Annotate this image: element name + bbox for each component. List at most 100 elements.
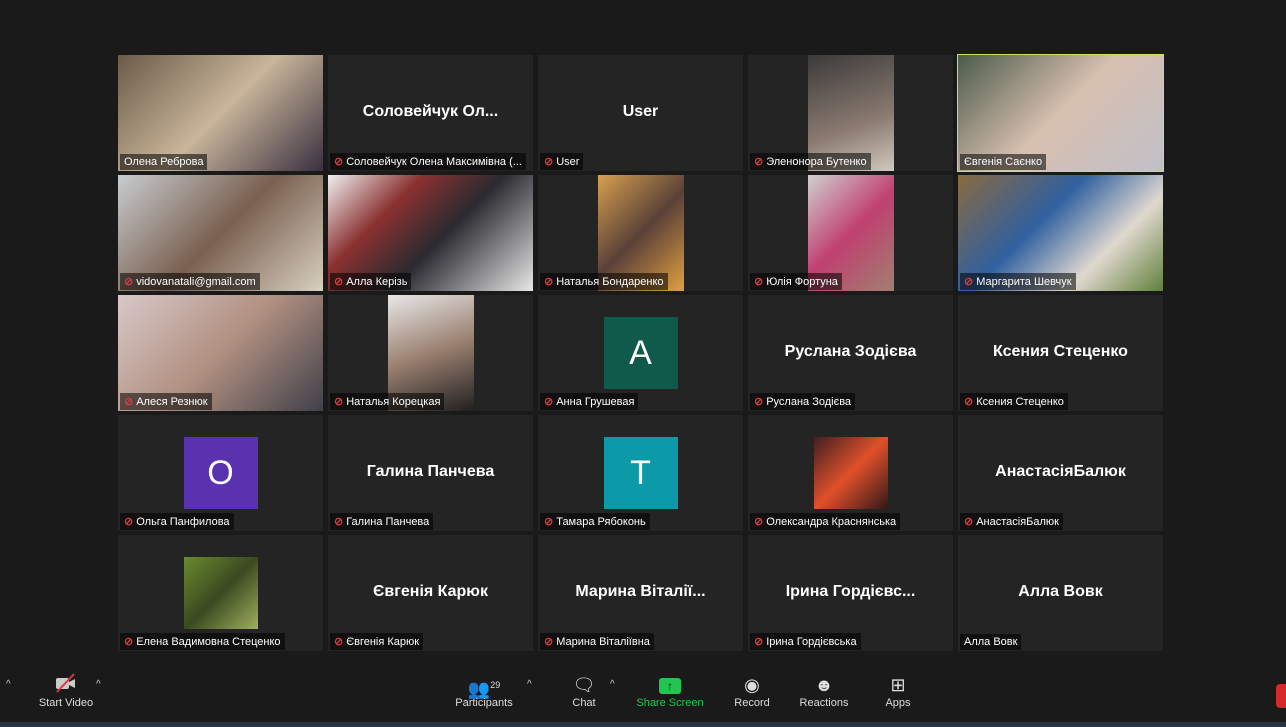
participant-name-label: ⊘ Маргарита Шевчук	[960, 273, 1076, 290]
end-meeting-button[interactable]	[1276, 684, 1286, 708]
participant-tile[interactable]: A ⊘ Анна Грушевая	[538, 295, 743, 411]
participant-name: Эленонора Бутенко	[766, 155, 867, 168]
muted-mic-icon: ⊘	[544, 396, 554, 408]
participants-label: Participants	[455, 697, 513, 709]
muted-mic-icon: ⊘	[754, 516, 764, 528]
apps-button[interactable]: ⊞ Apps	[882, 673, 914, 709]
participant-tile[interactable]: Галина Панчева ⊘ Галина Панчева	[328, 415, 533, 531]
record-button[interactable]: ◉ Record	[730, 673, 774, 709]
share-screen-button[interactable]: ↑ Share Screen	[634, 673, 706, 709]
participant-tile[interactable]: Олена Реброва	[118, 55, 323, 171]
chat-button[interactable]: 🗨 Chat	[564, 673, 604, 709]
video-off-icon	[34, 673, 98, 697]
participant-name-label: ⊘ Алеся Резнюк	[120, 393, 212, 410]
gallery-grid: Олена Реброва Соловейчук Ол... ⊘ Соловейчук…	[118, 54, 1164, 651]
participant-name-label: ⊘ Євгенія Карюк	[330, 633, 424, 650]
participant-tile[interactable]: Алла Вовк Алла Вовк	[958, 535, 1163, 651]
participant-avatar: A	[603, 317, 678, 389]
participant-tile[interactable]: Марина Віталії... ⊘ Марина Віталіївна	[538, 535, 743, 651]
participant-display-name: Марина Віталії...	[575, 583, 706, 600]
participant-name-label: ⊘ Анна Грушевая	[540, 393, 639, 410]
participant-name: Олександра Краснянська	[766, 515, 897, 528]
muted-mic-icon: ⊘	[334, 396, 344, 408]
start-video-button[interactable]: Start Video	[34, 673, 98, 709]
participant-name-label: Євгенія Саєнко	[960, 154, 1047, 170]
participant-name: Олена Реброва	[124, 156, 204, 168]
participant-display-name: Ксения Стеценко	[993, 343, 1128, 360]
participant-name-label: Олена Реброва	[120, 154, 208, 170]
participant-name-label: ⊘ Юлія Фортуна	[750, 273, 842, 290]
participant-name-label: ⊘ Соловейчук Олена Максимівна (...	[330, 153, 526, 170]
participant-tile[interactable]: ⊘ Олександра Краснянська	[748, 415, 953, 531]
participant-name: Марина Віталіївна	[556, 635, 650, 648]
taskbar-edge	[0, 722, 1286, 727]
participant-tile[interactable]: ⊘ Юлія Фортуна	[748, 175, 953, 291]
participant-name-label: ⊘ Марина Віталіївна	[540, 633, 654, 650]
participant-tile[interactable]: ⊘ Наталья Корецкая	[328, 295, 533, 411]
participant-name-label: ⊘ Тамара Рябоконь	[540, 513, 650, 530]
participant-name: Наталья Бондаренко	[556, 275, 664, 288]
record-icon: ◉	[744, 675, 760, 695]
participant-name: Елена Вадимовна Стеценко	[136, 635, 281, 648]
participants-caret[interactable]: ^	[527, 679, 532, 690]
muted-mic-icon: ⊘	[334, 516, 344, 528]
chat-caret[interactable]: ^	[610, 679, 615, 690]
participant-tile[interactable]: Ксения Стеценко ⊘ Ксения Стеценко	[958, 295, 1163, 411]
participant-tile[interactable]: Соловейчук Ол... ⊘ Соловейчук Олена Максим…	[328, 55, 533, 171]
participants-button[interactable]: 👥29 Participants	[452, 673, 516, 709]
participant-tile[interactable]: Євгенія Карюк ⊘ Євгенія Карюк	[328, 535, 533, 651]
muted-mic-icon: ⊘	[964, 396, 974, 408]
participant-video	[813, 437, 888, 509]
participant-name: Соловейчук Олена Максимівна (...	[346, 155, 522, 168]
participant-name-label: ⊘ Ольга Панфилова	[120, 513, 234, 530]
participant-name: Наталья Корецкая	[346, 395, 441, 408]
participant-name-label: ⊘ Эленонора Бутенко	[750, 153, 871, 170]
participant-avatar: O	[183, 437, 258, 509]
share-screen-label: Share Screen	[636, 697, 704, 709]
participant-name: Алла Вовк	[964, 636, 1018, 648]
record-label: Record	[734, 697, 770, 709]
participant-tile[interactable]: ⊘ Эленонора Бутенко	[748, 55, 953, 171]
muted-mic-icon: ⊘	[124, 516, 134, 528]
video-options-caret[interactable]: ^	[96, 679, 101, 690]
reactions-button[interactable]: ☻ Reactions	[798, 673, 850, 709]
muted-mic-icon: ⊘	[544, 636, 554, 648]
participant-name: Євгенія Саєнко	[964, 156, 1043, 168]
participant-tile[interactable]: Руслана Зодієва ⊘ Руслана Зодієва	[748, 295, 953, 411]
participant-tile[interactable]: АнастасіяБалюк ⊘ АнастасіяБалюк	[958, 415, 1163, 531]
muted-mic-icon: ⊘	[544, 156, 554, 168]
participant-name: Руслана Зодієва	[766, 395, 852, 408]
start-video-label: Start Video	[38, 697, 94, 709]
participant-name-label: ⊘ Ксения Стеценко	[960, 393, 1068, 410]
participant-display-name: User	[622, 103, 659, 120]
muted-mic-icon: ⊘	[754, 156, 764, 168]
participant-tile[interactable]: Євгенія Саєнко	[957, 54, 1164, 172]
participant-name: vidovanatali@gmail.com	[136, 275, 256, 288]
participant-tile[interactable]: ⊘ Алла Керізь	[328, 175, 533, 291]
participant-tile[interactable]: ⊘ Алеся Резнюк	[118, 295, 323, 411]
participant-tile[interactable]: ⊘ Наталья Бондаренко	[538, 175, 743, 291]
participant-display-name: Соловейчук Ол...	[362, 103, 499, 120]
participant-tile[interactable]: ⊘ Елена Вадимовна Стеценко	[118, 535, 323, 651]
muted-mic-icon: ⊘	[544, 276, 554, 288]
muted-mic-icon: ⊘	[964, 276, 974, 288]
muted-mic-icon: ⊘	[544, 516, 554, 528]
participant-name: Ольга Панфилова	[136, 515, 230, 528]
apps-icon: ⊞	[890, 675, 906, 695]
audio-options-caret[interactable]: ^	[6, 679, 11, 690]
muted-mic-icon: ⊘	[124, 636, 134, 648]
participant-tile[interactable]: ⊘ Маргарита Шевчук	[958, 175, 1163, 291]
participant-name-label: ⊘ Руслана Зодієва	[750, 393, 856, 410]
participant-tile[interactable]: User ⊘ User	[538, 55, 743, 171]
participant-tile[interactable]: Ірина Гордієвс... ⊘ Ірина Гордієвська	[748, 535, 953, 651]
participant-tile[interactable]: T ⊘ Тамара Рябоконь	[538, 415, 743, 531]
muted-mic-icon: ⊘	[754, 276, 764, 288]
participant-tile[interactable]: ⊘ vidovanatali@gmail.com	[118, 175, 323, 291]
muted-mic-icon: ⊘	[754, 636, 764, 648]
reactions-label: Reactions	[799, 697, 849, 709]
share-screen-icon: ↑	[659, 678, 681, 695]
muted-mic-icon: ⊘	[124, 396, 134, 408]
participant-name: Алеся Резнюк	[136, 395, 208, 408]
participant-tile[interactable]: O ⊘ Ольга Панфилова	[118, 415, 323, 531]
participant-name-label: ⊘ Елена Вадимовна Стеценко	[120, 633, 285, 650]
